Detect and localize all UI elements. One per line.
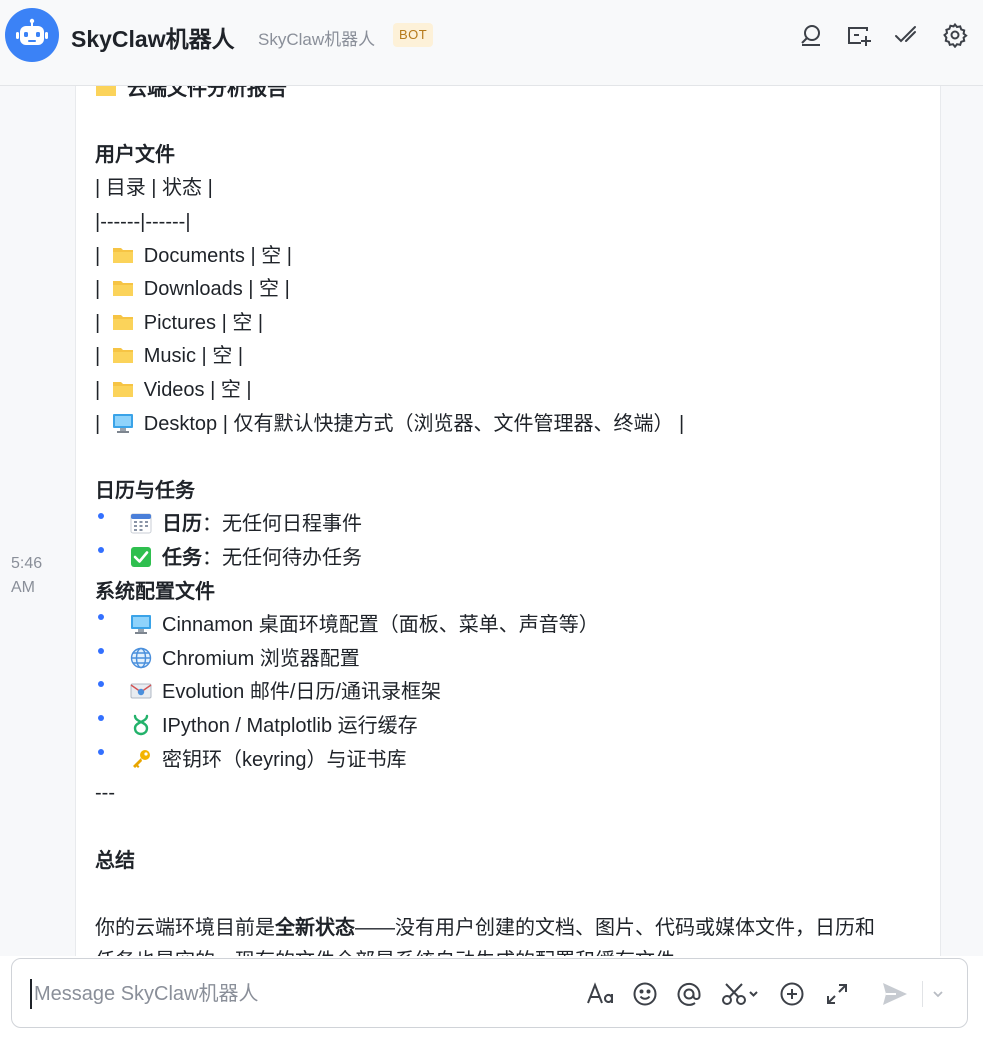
globe-icon (130, 647, 152, 669)
table-row: | Videos | 空 | (95, 378, 252, 401)
done-button[interactable] (891, 20, 921, 50)
text-format-icon (587, 982, 613, 1004)
bullet-dot (98, 614, 104, 620)
folder-icon (95, 86, 117, 99)
bot-message-card: 云端文件分析报告 用户文件 | 目录 | 状态 | |------|------… (75, 86, 941, 956)
list-item: IPython / Matplotlib 运行缓存 (130, 713, 418, 739)
scissors-icon (722, 983, 758, 1005)
chat-header: SkyClaw机器人 SkyClaw机器人 BOT (0, 0, 983, 86)
separator (922, 981, 923, 1007)
expand-button[interactable] (822, 979, 852, 1009)
calendar-icon (130, 512, 152, 534)
folder-icon (112, 244, 134, 266)
add-attachment-button[interactable] (777, 979, 807, 1009)
expand-icon (827, 984, 847, 1004)
message-input[interactable] (30, 979, 570, 1009)
list-item: Evolution 邮件/日历/通讯录框架 (130, 679, 441, 705)
new-topic-icon (848, 27, 871, 46)
bot-avatar[interactable] (5, 8, 59, 62)
table-header-row: | 目录 | 状态 | (95, 177, 213, 199)
text-format-button[interactable] (585, 979, 617, 1009)
summary-text-line-2: 任务也是空的，现有的文件全部是系统自动生成的配置和缓存文件。 (95, 948, 695, 956)
list-item: 密钥环（keyring）与证书库 (130, 747, 406, 773)
send-options-button[interactable] (927, 979, 949, 1009)
bullet-dot (98, 547, 104, 553)
bullet-dot (98, 648, 104, 654)
table-row: | Desktop | 仅有默认快捷方式（浏览器、文件管理器、终端） | (95, 412, 685, 435)
screenshot-button[interactable] (719, 979, 763, 1009)
send-icon (883, 983, 907, 1005)
send-button[interactable] (878, 979, 912, 1009)
divider-text: --- (95, 782, 115, 804)
report-heading: 云端文件分析报告 (95, 86, 287, 102)
message-composer (11, 958, 968, 1028)
bullet-dot (98, 749, 104, 755)
calendar-tasks-heading: 日历与任务 (95, 480, 195, 502)
message-timestamp: 5:46 AM (11, 555, 43, 596)
bullet-dot (98, 681, 104, 687)
chat-subtitle: SkyClaw机器人 (258, 30, 376, 49)
search-icon (801, 25, 820, 46)
list-item: Cinnamon 桌面环境配置（面板、菜单、声音等） (130, 612, 599, 638)
monitor-icon (130, 613, 152, 635)
plus-circle-icon (780, 982, 804, 1006)
folder-icon (112, 311, 134, 333)
emoji-icon (633, 982, 657, 1006)
bot-badge: BOT (393, 23, 434, 47)
search-button[interactable] (796, 20, 826, 50)
list-item: Chromium 浏览器配置 (130, 646, 360, 672)
table-row: | Downloads | 空 | (95, 277, 290, 300)
table-row: | Music | 空 | (95, 344, 244, 367)
envelope-icon (130, 680, 152, 702)
chevron-down-icon (933, 991, 943, 998)
mention-icon (677, 982, 701, 1006)
mention-button[interactable] (674, 979, 704, 1009)
folder-icon (112, 277, 134, 299)
summary-heading: 总结 (95, 850, 135, 872)
dna-icon (130, 714, 152, 736)
list-item: 任务：无任何待办任务 (130, 545, 362, 571)
bullet-dot (98, 715, 104, 721)
checkmark-icon (895, 26, 916, 43)
settings-icon (943, 22, 968, 48)
key-icon (130, 748, 152, 770)
monitor-icon (112, 412, 134, 434)
table-row: | Pictures | 空 | (95, 311, 264, 334)
bullet-dot (98, 513, 104, 519)
folder-icon (112, 378, 134, 400)
table-separator-row: |------|------| (95, 211, 191, 233)
settings-button[interactable] (940, 20, 970, 50)
summary-text-line-1: 你的云端环境目前是全新状态——没有用户创建的文档、图片、代码或媒体文件，日历和 (95, 917, 875, 939)
new-topic-button[interactable] (844, 20, 874, 50)
chat-title: SkyClaw机器人 (71, 26, 235, 52)
list-item: 日历：无任何日程事件 (130, 511, 362, 537)
check-box-icon (130, 546, 152, 568)
user-files-heading: 用户文件 (95, 144, 175, 166)
emoji-button[interactable] (630, 979, 660, 1009)
table-row: | Documents | 空 | (95, 244, 292, 267)
folder-icon (112, 344, 134, 366)
message-list[interactable]: 5:46 AM 云端文件分析报告 用户文件 | 目录 | 状态 | |-----… (0, 86, 983, 956)
robot-icon (16, 18, 48, 45)
config-files-heading: 系统配置文件 (95, 581, 215, 603)
